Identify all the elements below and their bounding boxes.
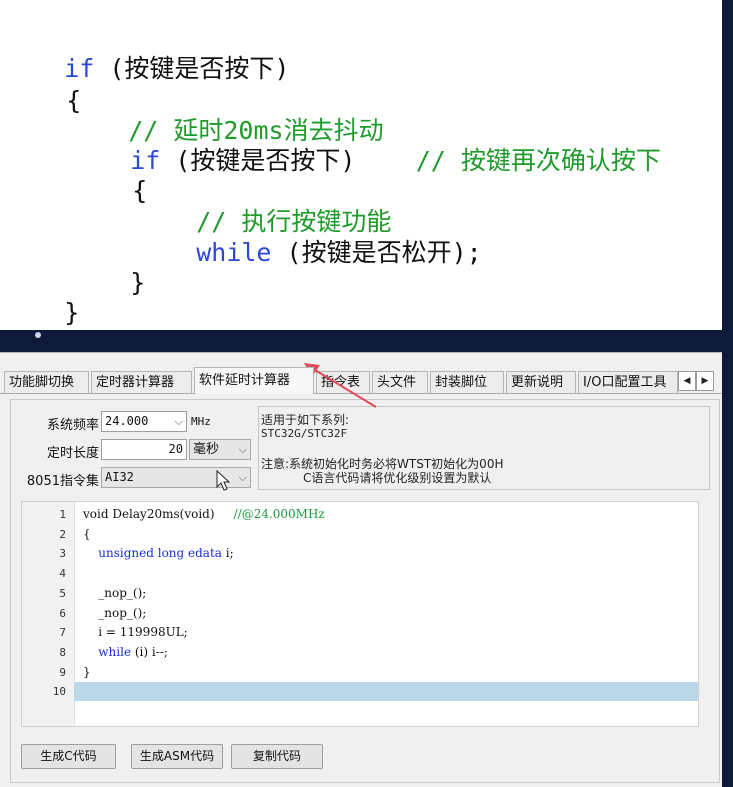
- line-number: 4: [59, 567, 66, 581]
- freq-combo[interactable]: 24.000 ⌵: [101, 411, 187, 432]
- code-token: {: [83, 526, 91, 541]
- code-text: _nop_();: [83, 584, 146, 603]
- code-text: _nop_();: [83, 604, 146, 623]
- tab-pin-switch[interactable]: 功能脚切换: [4, 371, 89, 393]
- duration-input[interactable]: 20: [101, 439, 187, 460]
- slide-line-7: while (按键是否松开);: [136, 208, 482, 298]
- code-line: 3 unsigned long edata i;: [22, 544, 698, 563]
- code-keyword: while: [98, 644, 132, 659]
- slide-code-panel: if (按键是否按下) { // 延时20ms消去抖动 if (按键是否按下) …: [0, 0, 722, 330]
- code-line: 5 _nop_();: [22, 584, 698, 603]
- tab-scroll-left-icon[interactable]: ◀: [678, 371, 696, 391]
- code-text: {: [83, 525, 91, 544]
- chevron-down-icon: ⌵: [174, 415, 183, 428]
- code-token: _nop_();: [83, 605, 147, 620]
- tab-io-config-tool[interactable]: I/O口配置工具: [578, 371, 678, 393]
- current-line-highlight: [74, 682, 698, 702]
- code-keyword: unsigned long edata: [98, 546, 222, 561]
- freq-unit: MHz: [191, 415, 211, 428]
- code-line: 6 _nop_();: [22, 604, 698, 623]
- code-line: 7 i = 119998UL;: [22, 623, 698, 642]
- tab-timer-calculator[interactable]: 定时器计算器: [91, 371, 192, 393]
- generate-asm-code-button[interactable]: 生成ASM代码: [131, 744, 223, 769]
- tab-package-pins[interactable]: 封装脚位: [430, 371, 504, 393]
- code-comment: //@24.000MHz: [233, 507, 325, 521]
- code-line: 1 void Delay20ms(void) //@24.000MHz: [22, 505, 698, 524]
- slide-text: (按键是否按下): [160, 146, 416, 175]
- slide-keyword: while: [196, 238, 272, 267]
- line-number: 1: [59, 508, 66, 521]
- slide-text: (按键是否按下): [94, 54, 290, 83]
- code-token: }: [83, 664, 91, 679]
- freq-label: 系统频率: [46, 418, 99, 433]
- line-number: 7: [59, 626, 66, 640]
- isa-value: AI32: [105, 470, 134, 484]
- duration-label: 定时长度: [46, 446, 99, 461]
- code-text: i = 119998UL;: [83, 623, 188, 642]
- slide-text: (按键是否松开);: [271, 238, 482, 267]
- freq-value: 24.000: [105, 414, 149, 428]
- line-number: 5: [59, 586, 66, 600]
- generate-c-code-button[interactable]: 生成C代码: [21, 744, 116, 769]
- decorative-dot: [35, 332, 41, 338]
- slide-line-9: }: [4, 268, 79, 358]
- slide-line-8: }: [70, 238, 145, 328]
- code-token: i;: [221, 546, 234, 561]
- line-number: 2: [59, 527, 66, 541]
- info-note-optimization: C语言代码请将优化级别设置为默认: [303, 471, 492, 485]
- duration-unit: 毫秒: [193, 442, 220, 457]
- code-token: void Delay20ms(void): [83, 507, 234, 521]
- slide-text: }: [130, 268, 146, 297]
- line-number: 3: [59, 547, 66, 561]
- slide-comment: // 按键再次确认按下: [415, 146, 661, 175]
- line-number: 9: [59, 665, 66, 679]
- code-text: }: [83, 663, 91, 682]
- line-number: 6: [59, 606, 66, 620]
- code-line: 8 while (i) i--;: [22, 643, 698, 662]
- code-line: 10: [22, 682, 698, 702]
- copy-code-button[interactable]: 复制代码: [231, 744, 323, 769]
- chevron-down-icon: ⌵: [238, 471, 247, 484]
- delay-calculator-window: 功能脚切换 定时器计算器 软件延时计算器 指令表 头文件 封装脚位 更新说明 I…: [0, 352, 722, 787]
- code-token: _nop_();: [83, 585, 147, 600]
- code-editor[interactable]: 1 void Delay20ms(void) //@24.000MHz 2{3 un…: [21, 501, 699, 727]
- code-token: (i) i--;: [131, 644, 168, 659]
- tab-software-delay-calculator[interactable]: 软件延时计算器: [194, 367, 314, 394]
- tab-update-notes[interactable]: 更新说明: [506, 371, 576, 393]
- code-text: unsigned long edata i;: [83, 544, 234, 563]
- code-text: while (i) i--;: [83, 643, 168, 662]
- info-box: 适用于如下系列: STC32G/STC32F 注意:系统初始化时务必将WTST初…: [258, 406, 710, 490]
- slide-text: }: [64, 298, 80, 327]
- code-line: 9}: [22, 663, 698, 682]
- line-number: 8: [59, 645, 66, 659]
- mouse-cursor-icon: [216, 470, 231, 491]
- code-line: 2{: [22, 525, 698, 544]
- code-text: void Delay20ms(void) //@24.000MHz: [83, 505, 325, 524]
- tab-scroll-right-icon[interactable]: ▶: [696, 371, 714, 391]
- isa-label: 8051指令集: [26, 474, 99, 489]
- info-series-names: STC32G/STC32F: [261, 427, 348, 440]
- delay-calculator-panel: 系统频率 24.000 ⌵ MHz 定时长度 20 毫秒 ⌵ 8051指令集 A…: [10, 399, 720, 783]
- code-token: i = 119998UL;: [83, 625, 188, 640]
- line-number: 10: [52, 685, 66, 699]
- chevron-down-icon: ⌵: [238, 443, 247, 456]
- code-line: 4: [22, 564, 698, 583]
- duration-unit-combo[interactable]: 毫秒 ⌵: [189, 439, 251, 460]
